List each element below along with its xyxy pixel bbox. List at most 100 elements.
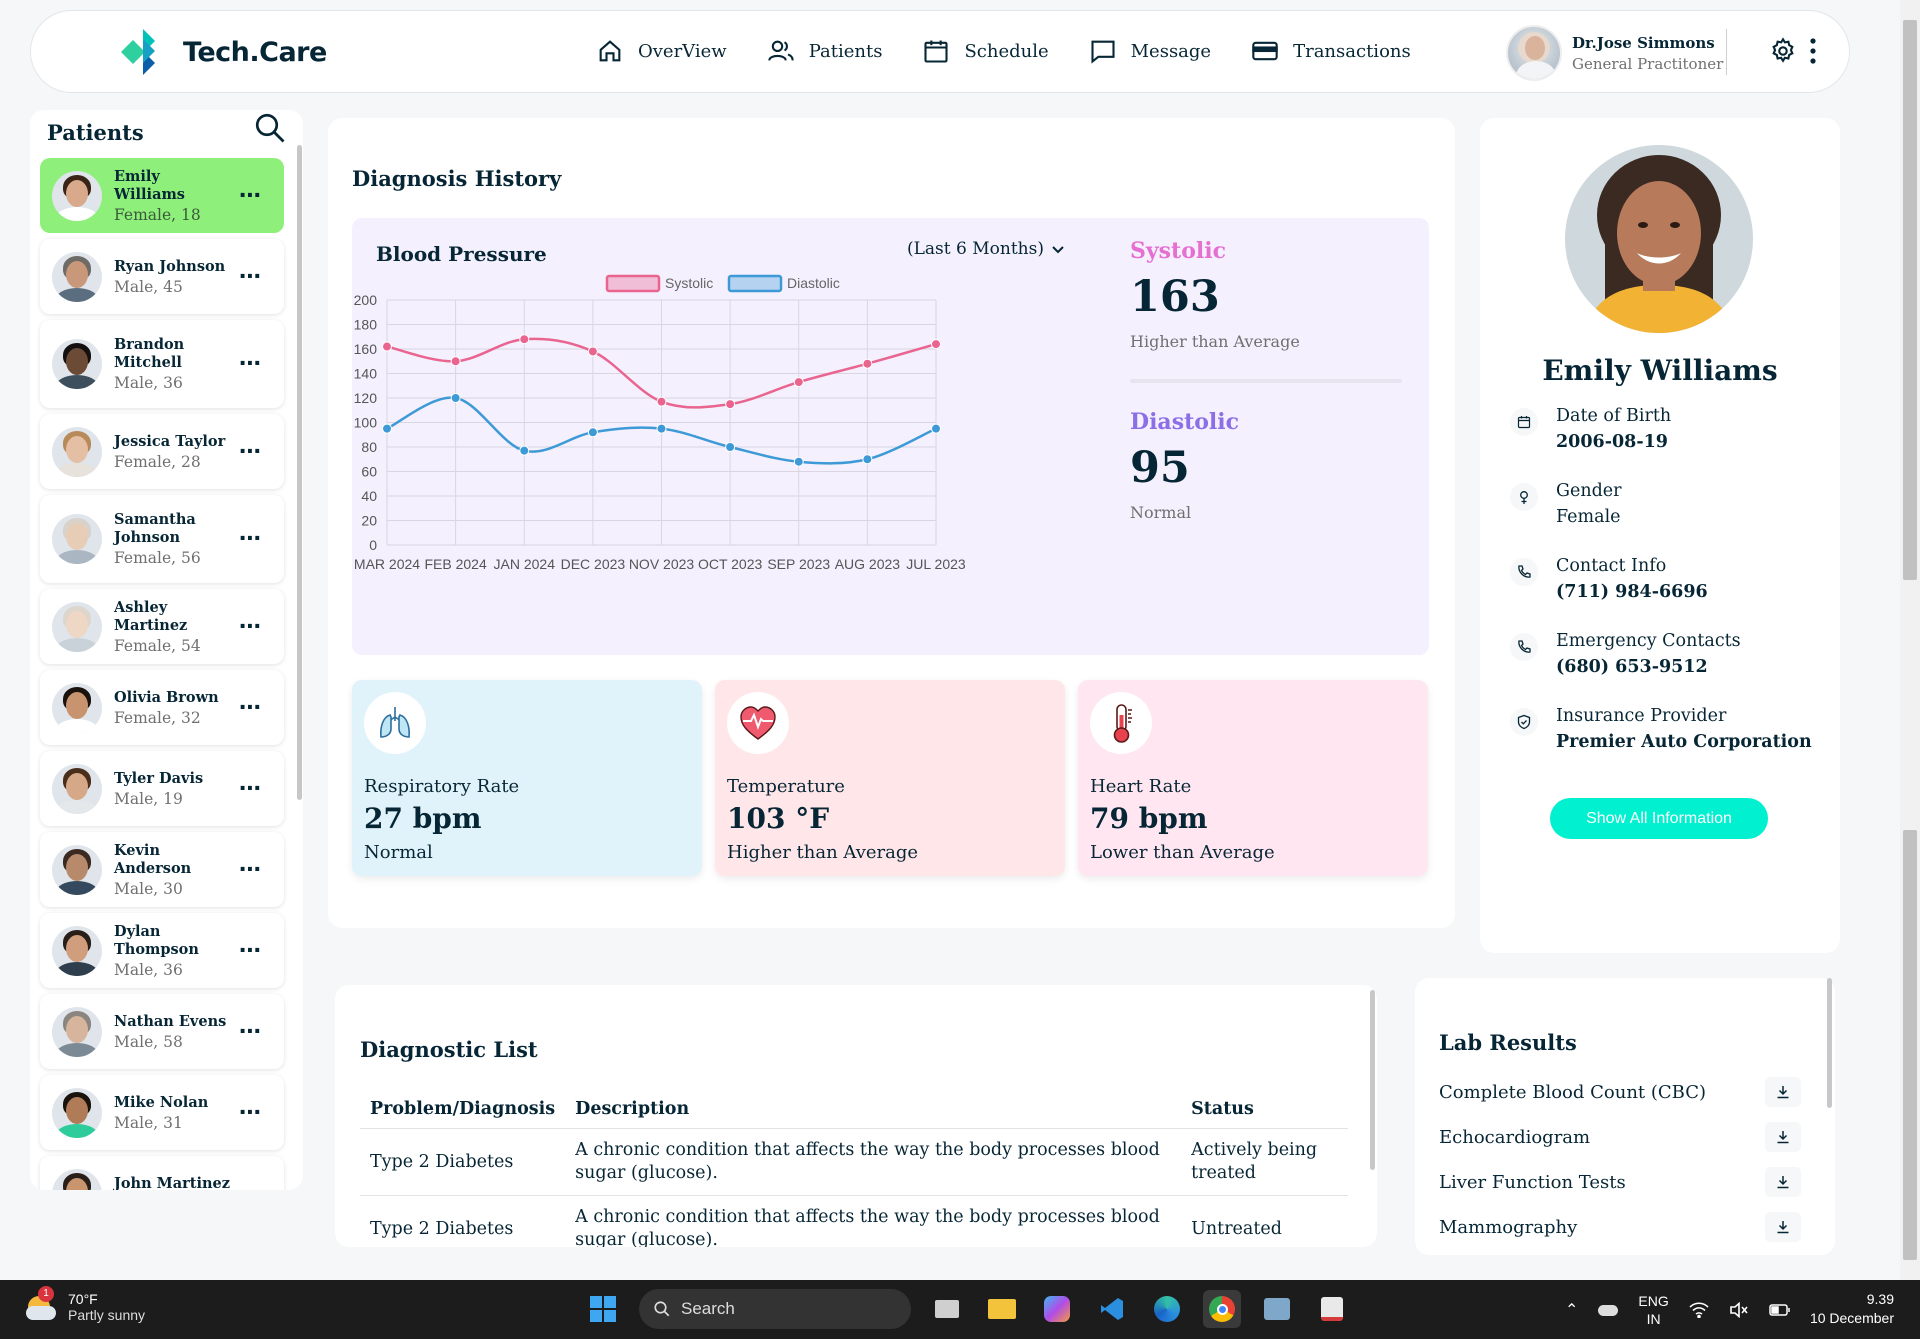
task-view-icon[interactable]: [928, 1290, 966, 1328]
patient-list-item[interactable]: Ashley Martinez Female, 54 ⋯: [40, 589, 284, 664]
more-horizontal-icon[interactable]: ⋯: [239, 527, 262, 552]
onedrive-icon[interactable]: [1598, 1304, 1619, 1316]
page-scrollbar-thumb[interactable]: [1903, 20, 1917, 580]
chevron-up-icon[interactable]: ⌃: [1565, 1300, 1578, 1320]
more-horizontal-icon[interactable]: ⋯: [239, 264, 262, 289]
nav-overview[interactable]: OverView: [596, 37, 727, 65]
chrome-icon[interactable]: [1203, 1290, 1241, 1328]
patient-list-item[interactable]: Dylan Thompson Male, 36 ⋯: [40, 913, 284, 988]
more-horizontal-icon[interactable]: ⋯: [239, 439, 262, 464]
snipping-tool-icon[interactable]: [1313, 1290, 1351, 1328]
patient-list-item[interactable]: Brandon Mitchell Male, 36 ⋯: [40, 320, 284, 408]
download-icon[interactable]: [1765, 1077, 1801, 1107]
lab-result-item[interactable]: Mammography: [1439, 1217, 1577, 1238]
download-icon[interactable]: [1765, 1212, 1801, 1242]
clock-time: 9.39: [1866, 1291, 1894, 1307]
patient-list-item[interactable]: Nathan Evens Male, 58 ⋯: [40, 994, 284, 1069]
info-value: Female: [1556, 507, 1621, 527]
taskbar-search[interactable]: Search: [639, 1289, 911, 1329]
patient-avatar: [52, 844, 102, 895]
page-scrollbar-thumb-lower[interactable]: [1903, 830, 1917, 1260]
weather-icon: 1: [24, 1286, 58, 1324]
lab-result-item[interactable]: Echocardiogram: [1439, 1127, 1590, 1148]
info-insurance: Insurance Provider Premier Auto Corporat…: [1510, 706, 1812, 752]
patient-list-item[interactable]: John MartinezMale, 50 ⋯: [40, 1156, 284, 1190]
vscode-icon[interactable]: [1093, 1290, 1131, 1328]
language-indicator[interactable]: ENG IN: [1638, 1292, 1668, 1328]
more-horizontal-icon[interactable]: ⋯: [239, 857, 262, 882]
sidebar-scrollbar[interactable]: [297, 145, 302, 800]
download-icon[interactable]: [1765, 1167, 1801, 1197]
more-vertical-icon[interactable]: [1807, 37, 1819, 65]
more-horizontal-icon[interactable]: ⋯: [239, 183, 262, 208]
search-icon: [654, 1301, 670, 1317]
y-tick-label: 160: [354, 341, 378, 357]
more-horizontal-icon[interactable]: ⋯: [239, 1181, 262, 1190]
patient-avatar: [52, 426, 102, 477]
gear-icon[interactable]: [1769, 37, 1797, 65]
diastolic-value: 95: [1130, 443, 1190, 493]
info-gender: Gender Female: [1510, 481, 1622, 527]
patient-list-item[interactable]: Emily Williams Female, 18 ⋯: [40, 158, 284, 233]
terminal-icon[interactable]: [1258, 1290, 1296, 1328]
copilot-icon[interactable]: [1038, 1290, 1076, 1328]
volume-muted-icon[interactable]: [1729, 1302, 1749, 1318]
doctor-profile[interactable]: Dr.Jose Simmons General Practitoner: [1506, 25, 1723, 81]
table-row[interactable]: Type 2 Diabetes A chronic condition that…: [360, 1128, 1348, 1196]
battery-icon[interactable]: [1769, 1303, 1791, 1317]
edge-icon[interactable]: [1148, 1290, 1186, 1328]
more-horizontal-icon[interactable]: ⋯: [239, 695, 262, 720]
nav-transactions[interactable]: Transactions: [1251, 37, 1411, 65]
patient-list-item[interactable]: Kevin Anderson Male, 30 ⋯: [40, 832, 284, 907]
more-horizontal-icon[interactable]: ⋯: [239, 776, 262, 801]
nav-schedule[interactable]: Schedule: [922, 37, 1049, 65]
show-all-information-button[interactable]: Show All Information: [1550, 798, 1768, 839]
vital-card-temperature: Temperature 103 °F Higher than Average: [715, 680, 1065, 876]
patient-avatar: [52, 514, 102, 564]
vital-label: Respiratory Rate: [364, 776, 520, 797]
y-tick-label: 20: [361, 513, 377, 529]
info-value: (680) 653-9512: [1556, 657, 1708, 677]
patient-info: Emily Williams Female, 18: [114, 168, 234, 224]
patient-meta: Female, 56: [114, 549, 201, 567]
patient-meta: Female, 54: [114, 636, 201, 655]
more-horizontal-icon[interactable]: ⋯: [239, 614, 262, 639]
nav-patients[interactable]: Patients: [767, 37, 882, 65]
more-horizontal-icon[interactable]: ⋯: [239, 1019, 262, 1044]
lab-results-scrollbar[interactable]: [1827, 978, 1832, 1108]
taskbar-clock[interactable]: 9.39 10 December: [1810, 1290, 1894, 1328]
download-icon[interactable]: [1765, 1122, 1801, 1152]
logo[interactable]: Tech.Care: [121, 29, 327, 75]
x-tick-label: JUL 2023: [906, 556, 966, 572]
table-row[interactable]: Type 2 Diabetes A chronic condition that…: [360, 1195, 1348, 1247]
more-horizontal-icon[interactable]: ⋯: [239, 938, 262, 963]
patient-info: Nathan Evens Male, 58: [114, 1013, 234, 1051]
patient-list-item[interactable]: Ryan Johnson Male, 45 ⋯: [40, 239, 284, 314]
y-tick-label: 120: [354, 390, 378, 406]
more-horizontal-icon[interactable]: ⋯: [239, 352, 262, 377]
patient-list-item[interactable]: Jessica Taylor Female, 28 ⋯: [40, 414, 284, 489]
patient-list-item[interactable]: Mike Nolan Male, 31 ⋯: [40, 1075, 284, 1150]
x-tick-label: JAN 2024: [494, 556, 556, 572]
table-cell: Actively being treated: [1181, 1128, 1348, 1196]
weather-widget[interactable]: 1 70°F Partly sunny: [24, 1286, 145, 1324]
diagnostic-list-scrollbar[interactable]: [1370, 990, 1375, 1170]
phone-icon: [1510, 633, 1538, 661]
patient-name: Ryan Johnson: [114, 257, 226, 275]
taskbar-apps: Search: [584, 1289, 1351, 1329]
doctor-avatar: [1506, 25, 1562, 81]
file-explorer-icon[interactable]: [983, 1290, 1021, 1328]
patient-list-item[interactable]: Samantha Johnson Female, 56 ⋯: [40, 495, 284, 583]
patient-name: Emily Williams: [1542, 354, 1778, 387]
lab-result-item[interactable]: Liver Function Tests: [1439, 1172, 1626, 1193]
nav-message[interactable]: Message: [1089, 37, 1211, 65]
patient-name: Olivia Brown: [114, 688, 219, 706]
windows-start-icon[interactable]: [584, 1290, 622, 1328]
patient-list-item[interactable]: Tyler Davis Male, 19 ⋯: [40, 751, 284, 826]
search-icon[interactable]: [252, 110, 288, 146]
more-horizontal-icon[interactable]: ⋯: [239, 1100, 262, 1125]
patient-list-item[interactable]: Olivia Brown Female, 32 ⋯: [40, 670, 284, 745]
x-tick-label: MAR 2024: [354, 556, 420, 572]
wifi-icon[interactable]: [1689, 1302, 1709, 1318]
lab-result-item[interactable]: Complete Blood Count (CBC): [1439, 1082, 1706, 1103]
